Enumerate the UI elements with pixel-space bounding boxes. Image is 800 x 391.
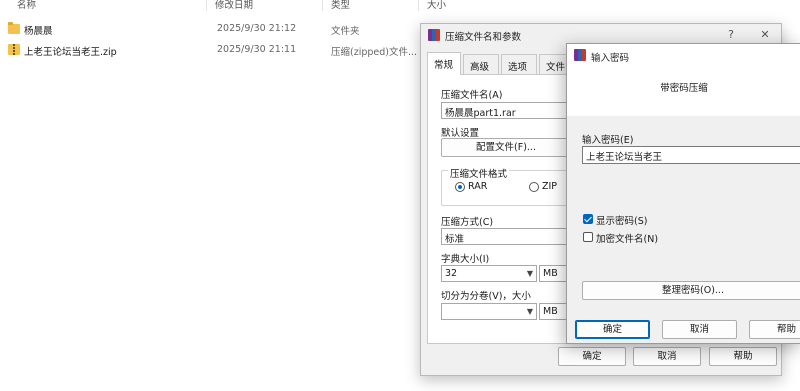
rar-radio-label: RAR [468,181,488,192]
dictionary-value: 32 [445,268,458,279]
password-dialog-title-bar[interactable]: 输入密码 [567,44,800,68]
chevron-down-icon: ▼ [526,269,533,278]
split-volumes-label: 切分为分卷(V)，大小 [441,291,531,302]
help-button[interactable]: 帮助 [709,347,777,366]
encrypt-filenames-label: 加密文件名(N) [596,234,659,245]
password-header: 带密码压缩 [660,83,708,94]
default-profile-label: 默认设置 [441,128,480,139]
dictionary-select[interactable]: 32 ▼ [441,265,537,282]
archive-name-label: 压缩文件名(A) [441,90,503,101]
column-header-size[interactable]: 大小 [427,0,446,11]
method-value: 标准 [445,234,465,245]
archive-name-input[interactable]: 杨晨晨part1.rar [441,102,571,119]
zip-icon [8,44,20,55]
split-unit: MB [543,306,558,317]
show-password-checkbox[interactable] [583,214,593,224]
file-name: 上老王论坛当老王.zip [24,47,117,58]
column-header-name[interactable]: 名称 [17,0,36,11]
column-header-date[interactable]: 修改日期 [215,0,253,11]
password-ok-button[interactable]: 确定 [575,320,650,339]
file-date: 2025/9/30 21:12 [217,23,297,34]
zip-radio-label: ZIP [542,181,558,192]
password-help-button[interactable]: 帮助 [749,320,800,339]
dialog-title: 压缩文件名和参数 [445,32,522,43]
chevron-down-icon: ▼ [526,307,533,316]
password-cancel-button[interactable]: 取消 [662,320,737,339]
method-select[interactable]: 标准 [441,228,571,245]
column-divider[interactable] [418,0,419,11]
file-type: 压缩(zipped)文件... [331,47,418,58]
file-date: 2025/9/30 21:11 [217,44,297,55]
method-label: 压缩方式(C) [441,217,494,228]
tab-general[interactable]: 常规 [427,52,461,75]
split-size-select[interactable]: ▼ [441,303,537,320]
password-dialog: 输入密码 带密码压缩 输入密码(E) 上老王论坛当老王 显示密码(S) 加密文件… [566,43,800,344]
file-type: 文件夹 [331,26,360,37]
folder-icon [8,22,20,34]
ok-button[interactable]: 确定 [558,347,626,366]
column-divider[interactable] [322,0,323,11]
dictionary-label: 字典大小(I) [441,254,490,265]
zip-radio[interactable] [529,182,539,192]
winrar-icon [574,49,586,61]
password-dialog-header: 带密码压缩 [567,68,800,116]
close-icon[interactable]: ✕ [755,27,775,43]
password-dialog-title: 输入密码 [591,53,630,64]
tab-advanced[interactable]: 高级 [463,54,499,74]
file-name: 杨晨晨 [24,26,53,37]
password-label: 输入密码(E) [582,135,634,146]
dictionary-unit: MB [543,268,558,279]
cancel-button[interactable]: 取消 [633,347,701,366]
password-input[interactable]: 上老王论坛当老王 [582,146,800,164]
encrypt-filenames-checkbox[interactable] [583,232,593,242]
rar-radio[interactable] [455,182,465,192]
column-divider[interactable] [206,0,207,11]
show-password-label: 显示密码(S) [596,216,648,227]
format-label: 压缩文件格式 [448,166,510,180]
tab-options[interactable]: 选项 [501,54,537,74]
profiles-button[interactable]: 配置文件(F)... [441,138,571,157]
winrar-icon [428,29,440,41]
help-icon[interactable]: ? [721,27,741,43]
organize-passwords-button[interactable]: 整理密码(O)... [582,281,800,300]
column-header-type[interactable]: 类型 [331,0,350,11]
